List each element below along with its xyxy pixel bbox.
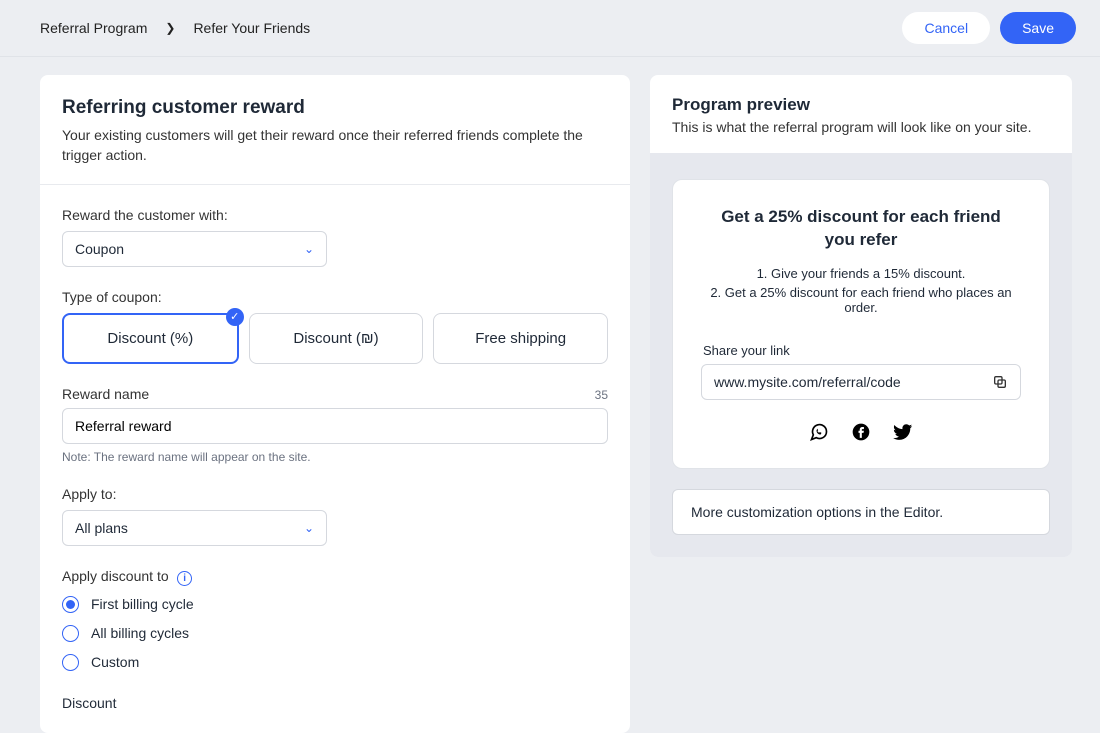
share-url: www.mysite.com/referral/code xyxy=(714,374,901,390)
cycle-first-label: First billing cycle xyxy=(91,596,194,612)
share-label: Share your link xyxy=(703,343,1021,358)
cycle-first[interactable]: First billing cycle xyxy=(62,596,608,613)
apply-discount-label: Apply discount to xyxy=(62,568,169,584)
apply-to-select[interactable]: All plans ⌄ xyxy=(62,510,327,546)
reward-name-counter: 35 xyxy=(595,388,608,402)
reward-with-value: Coupon xyxy=(75,241,124,257)
breadcrumb: Referral Program ❯ Refer Your Friends xyxy=(40,20,310,36)
discount-label: Discount xyxy=(62,695,608,711)
coupon-type-currency[interactable]: Discount (₪) xyxy=(249,313,424,364)
coupon-type-percent-label: Discount (%) xyxy=(107,330,193,347)
coupon-type-label: Type of coupon: xyxy=(62,289,608,305)
chevron-down-icon: ⌄ xyxy=(304,521,314,535)
reward-with-select[interactable]: Coupon ⌄ xyxy=(62,231,327,267)
cycle-custom[interactable]: Custom xyxy=(62,654,608,671)
info-icon[interactable]: i xyxy=(177,571,192,586)
cycle-all[interactable]: All billing cycles xyxy=(62,625,608,642)
widget-inst1: 1. Give your friends a 15% discount. xyxy=(701,266,1021,281)
reward-name-input[interactable] xyxy=(62,408,608,444)
cancel-button[interactable]: Cancel xyxy=(902,12,990,44)
radio-icon xyxy=(62,625,79,642)
coupon-type-percent[interactable]: ✓ Discount (%) xyxy=(62,313,239,364)
save-button[interactable]: Save xyxy=(1000,12,1076,44)
coupon-type-freeship-label: Free shipping xyxy=(475,330,566,347)
facebook-icon[interactable] xyxy=(851,422,871,442)
cycle-all-label: All billing cycles xyxy=(91,625,189,641)
preview-subtitle: This is what the referral program will l… xyxy=(672,119,1050,135)
preview-title: Program preview xyxy=(672,95,1050,115)
section-subtitle: Your existing customers will get their r… xyxy=(62,125,608,166)
section-title: Referring customer reward xyxy=(62,97,608,119)
radio-icon xyxy=(62,654,79,671)
widget-inst2: 2. Get a 25% discount for each friend wh… xyxy=(701,285,1021,315)
twitter-icon[interactable] xyxy=(893,422,913,442)
radio-icon xyxy=(62,596,79,613)
share-link-box[interactable]: www.mysite.com/referral/code xyxy=(701,364,1021,400)
breadcrumb-current: Refer Your Friends xyxy=(193,20,310,36)
breadcrumb-root[interactable]: Referral Program xyxy=(40,20,147,36)
check-icon: ✓ xyxy=(226,308,244,326)
cycle-custom-label: Custom xyxy=(91,654,139,670)
reward-name-note: Note: The reward name will appear on the… xyxy=(62,450,608,464)
preview-widget: Get a 25% discount for each friend you r… xyxy=(672,179,1050,469)
copy-icon[interactable] xyxy=(992,374,1008,390)
apply-to-label: Apply to: xyxy=(62,486,608,502)
whatsapp-icon[interactable] xyxy=(809,422,829,442)
widget-title: Get a 25% discount for each friend you r… xyxy=(721,206,1001,252)
apply-to-value: All plans xyxy=(75,520,128,536)
coupon-type-currency-label: Discount (₪) xyxy=(293,330,378,347)
chevron-right-icon: ❯ xyxy=(165,21,175,35)
coupon-type-freeship[interactable]: Free shipping xyxy=(433,313,608,364)
reward-name-label: Reward name xyxy=(62,386,149,402)
editor-note: More customization options in the Editor… xyxy=(672,489,1050,535)
reward-with-label: Reward the customer with: xyxy=(62,207,608,223)
chevron-down-icon: ⌄ xyxy=(304,242,314,256)
